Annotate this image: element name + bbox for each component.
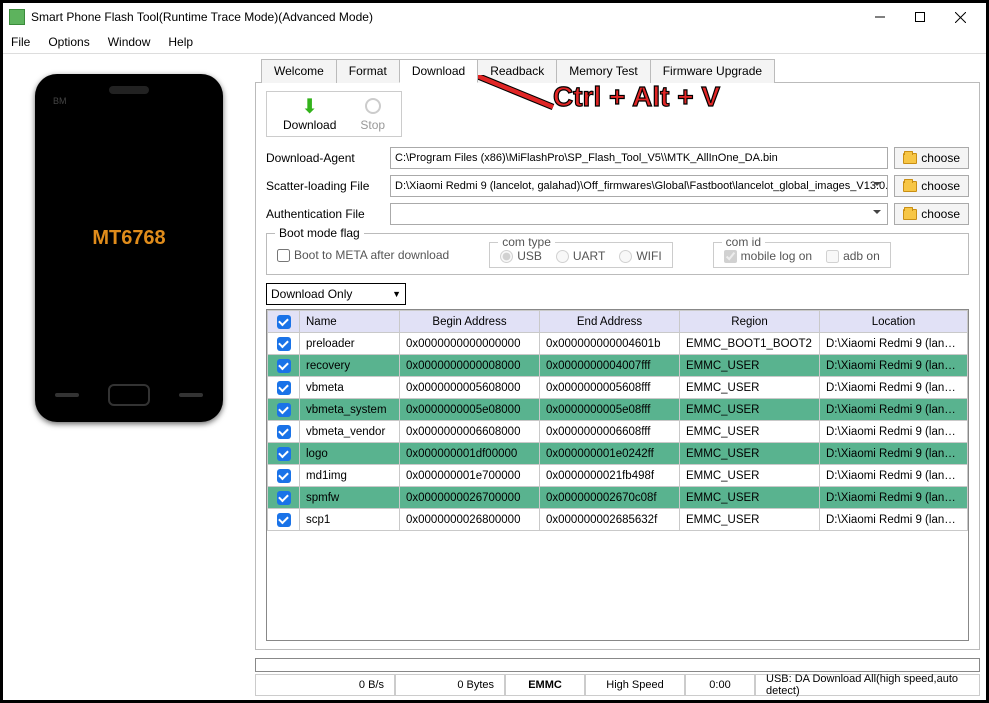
- phone-earpiece: [109, 86, 149, 94]
- adb-checkbox: adb on: [826, 249, 880, 263]
- tab-format[interactable]: Format: [336, 59, 400, 83]
- status-usb: USB: DA Download All(high speed,auto det…: [755, 675, 980, 696]
- status-speed: 0 B/s: [255, 675, 395, 696]
- scatter-input[interactable]: D:\Xiaomi Redmi 9 (lancelot, galahad)\Of…: [390, 175, 888, 197]
- com-uart-radio: UART: [556, 249, 605, 263]
- progress-bar: [255, 658, 980, 672]
- menu-window[interactable]: Window: [108, 35, 151, 49]
- status-time: 0:00: [685, 675, 755, 696]
- header-name[interactable]: Name: [300, 311, 400, 333]
- download-mode-dropdown[interactable]: Download Only: [266, 283, 406, 305]
- auth-input[interactable]: [390, 203, 888, 225]
- tabstrip: Welcome Format Download Readback Memory …: [255, 58, 986, 82]
- window-title: Smart Phone Flash Tool(Runtime Trace Mod…: [31, 10, 860, 24]
- menubar: File Options Window Help: [3, 31, 986, 53]
- status-bytes: 0 Bytes: [395, 675, 505, 696]
- close-button[interactable]: [940, 5, 980, 29]
- folder-icon: [903, 209, 917, 220]
- home-button-icon: [108, 384, 150, 406]
- main-panel: Welcome Format Download Readback Memory …: [255, 54, 986, 700]
- status-bar: 0 B/s 0 Bytes EMMC High Speed 0:00 USB: …: [255, 674, 980, 696]
- com-id-group: com id mobile log on adb on: [713, 242, 891, 268]
- table-row[interactable]: logo 0x000000001df00000 0x000000001e0242…: [268, 443, 968, 465]
- scatter-choose-button[interactable]: choose: [894, 175, 969, 197]
- table-row[interactable]: recovery 0x0000000000008000 0x0000000004…: [268, 355, 968, 377]
- table-row[interactable]: scp1 0x0000000026800000 0x00000000268563…: [268, 509, 968, 531]
- status-mode: High Speed: [585, 675, 685, 696]
- auth-label: Authentication File: [266, 207, 384, 221]
- download-arrow-icon: ⬇: [300, 96, 320, 116]
- sidebar: BM MT6768: [3, 54, 255, 700]
- status-storage: EMMC: [505, 675, 585, 696]
- device-badge: BM: [53, 96, 67, 106]
- header-begin[interactable]: Begin Address: [400, 311, 540, 333]
- da-input[interactable]: C:\Program Files (x86)\MiFlashPro\SP_Fla…: [390, 147, 888, 169]
- header-end[interactable]: End Address: [540, 311, 680, 333]
- tab-readback[interactable]: Readback: [477, 59, 557, 83]
- header-checkbox[interactable]: [268, 311, 300, 333]
- tab-memory-test[interactable]: Memory Test: [556, 59, 650, 83]
- com-type-group: com type USB UART WIFI: [489, 242, 672, 268]
- header-location[interactable]: Location: [820, 311, 968, 333]
- com-wifi-radio: WIFI: [619, 249, 661, 263]
- tab-firmware-upgrade[interactable]: Firmware Upgrade: [650, 59, 775, 83]
- titlebar: Smart Phone Flash Tool(Runtime Trace Mod…: [3, 3, 986, 31]
- stop-button[interactable]: Stop: [360, 96, 385, 132]
- menu-file[interactable]: File: [11, 35, 30, 49]
- table-row[interactable]: preloader 0x0000000000000000 0x000000000…: [268, 333, 968, 355]
- minimize-button[interactable]: [860, 5, 900, 29]
- app-icon: [9, 9, 25, 25]
- scatter-label: Scatter-loading File: [266, 179, 384, 193]
- menu-help[interactable]: Help: [168, 35, 193, 49]
- tab-welcome[interactable]: Welcome: [261, 59, 337, 83]
- action-toolbar: ⬇ Download Stop: [266, 91, 402, 137]
- device-preview: BM MT6768: [35, 74, 223, 422]
- table-row[interactable]: vbmeta 0x0000000005608000 0x000000000560…: [268, 377, 968, 399]
- table-row[interactable]: spmfw 0x0000000026700000 0x000000002670c…: [268, 487, 968, 509]
- menu-options[interactable]: Options: [48, 35, 89, 49]
- da-label: Download-Agent: [266, 151, 384, 165]
- table-row[interactable]: md1img 0x000000001e700000 0x0000000021fb…: [268, 465, 968, 487]
- chip-label: MT6768: [92, 227, 165, 250]
- folder-icon: [903, 153, 917, 164]
- content: BM MT6768 Welcome Format Download Readba…: [3, 53, 986, 700]
- download-button[interactable]: ⬇ Download: [283, 96, 336, 132]
- download-panel: ⬇ Download Stop Download-Agent C:\Progra…: [255, 82, 980, 650]
- table-row[interactable]: vbmeta_vendor 0x0000000006608000 0x00000…: [268, 421, 968, 443]
- table-row[interactable]: vbmeta_system 0x0000000005e08000 0x00000…: [268, 399, 968, 421]
- boot-mode-group: Boot mode flag Boot to META after downlo…: [266, 233, 969, 275]
- auth-choose-button[interactable]: choose: [894, 203, 969, 225]
- boot-meta-checkbox[interactable]: Boot to META after download: [277, 248, 449, 262]
- stop-icon: [363, 96, 383, 116]
- mobilelog-checkbox: mobile log on: [724, 249, 812, 263]
- tab-download[interactable]: Download: [399, 59, 478, 83]
- da-choose-button[interactable]: choose: [894, 147, 969, 169]
- phone-screen: MT6768: [47, 100, 211, 376]
- com-usb-radio: USB: [500, 249, 542, 263]
- folder-icon: [903, 181, 917, 192]
- maximize-button[interactable]: [900, 5, 940, 29]
- partition-table[interactable]: Name Begin Address End Address Region Lo…: [266, 309, 969, 641]
- app-window: Smart Phone Flash Tool(Runtime Trace Mod…: [0, 0, 989, 703]
- header-region[interactable]: Region: [680, 311, 820, 333]
